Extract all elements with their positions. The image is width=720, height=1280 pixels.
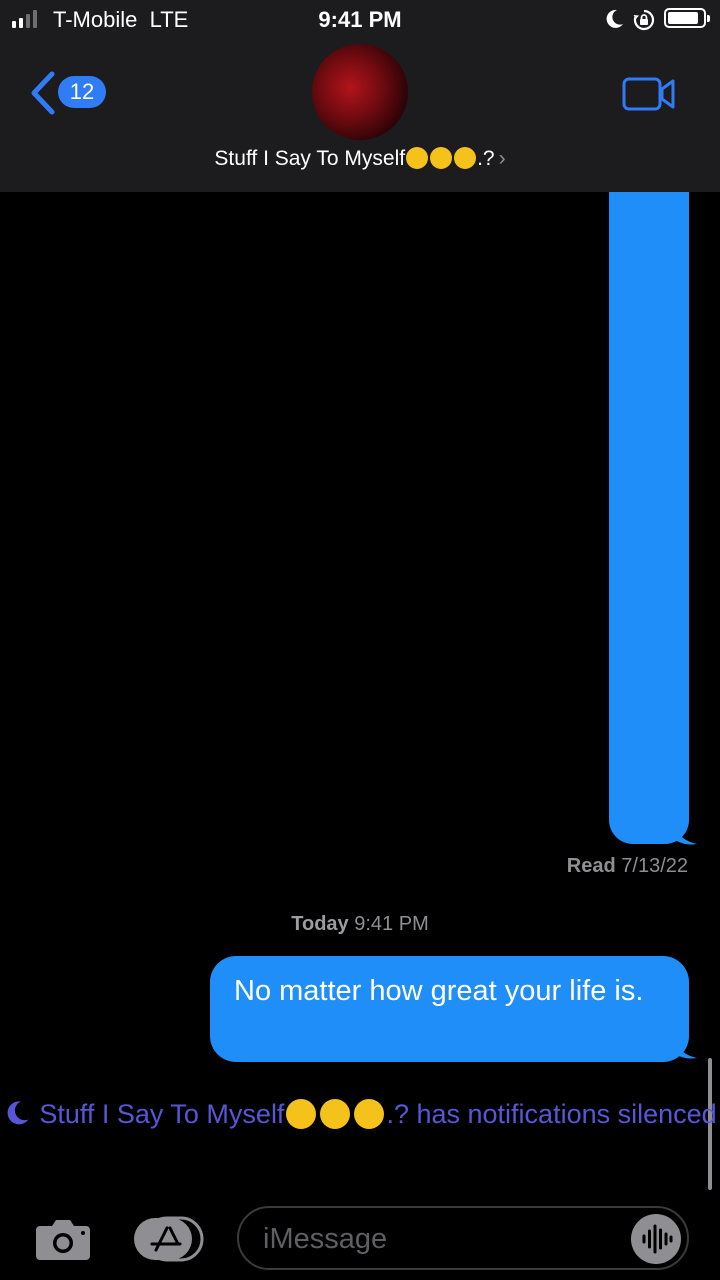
message-input-placeholder: iMessage xyxy=(263,1223,388,1255)
status-bar: T-Mobile LTE 9:41 PM xyxy=(0,0,720,40)
monocle-face-emoji xyxy=(430,147,453,169)
battery-icon xyxy=(664,8,710,28)
camera-icon[interactable] xyxy=(34,1216,92,1262)
navigation-header: T-Mobile LTE 9:41 PM 12 Stuff I Say To M… xyxy=(0,0,720,192)
do-not-disturb-icon xyxy=(606,9,623,28)
read-date: 7/13/22 xyxy=(621,855,688,877)
timestamp-day: Today xyxy=(291,913,349,935)
video-camera-icon[interactable] xyxy=(622,76,676,112)
bubble-tail xyxy=(675,1040,697,1059)
back-chevron-icon xyxy=(31,71,55,115)
melting-face-emoji xyxy=(406,147,429,169)
silenced-name: Stuff I Say To Myself xyxy=(39,1099,285,1129)
conversation-name: Stuff I Say To Myself xyxy=(214,147,406,170)
audio-waveform-icon xyxy=(642,1224,673,1254)
message-input[interactable]: iMessage xyxy=(237,1206,689,1270)
bubble-tail xyxy=(675,826,697,845)
message-bubble-sent[interactable] xyxy=(609,192,689,844)
timestamp-time: 9:41 PM xyxy=(354,913,429,935)
conversation-suffix: .? xyxy=(477,147,495,170)
message-text: No matter how great your life is. xyxy=(234,975,644,1007)
confounded-face-emoji xyxy=(454,147,477,169)
melting-face-emoji xyxy=(286,1099,317,1129)
unread-count-badge[interactable]: 12 xyxy=(58,76,106,108)
audio-message-button[interactable] xyxy=(631,1214,681,1264)
chevron-right-icon: › xyxy=(498,147,506,170)
message-timestamp: Today 9:41 PM xyxy=(0,913,720,936)
contact-avatar[interactable] xyxy=(312,44,408,140)
orientation-lock-icon xyxy=(633,9,655,31)
monocle-face-emoji xyxy=(320,1099,351,1129)
moon-icon xyxy=(7,1101,29,1125)
read-label: Read xyxy=(566,855,616,877)
silenced-suffix: .? xyxy=(386,1099,409,1129)
app-store-icon[interactable] xyxy=(134,1216,204,1262)
conversation-title[interactable]: Stuff I Say To Myself.? › xyxy=(0,147,720,171)
silenced-text: has notifications silenced xyxy=(416,1099,717,1129)
notifications-silenced-notice: Stuff I Say To Myself.? has notification… xyxy=(0,1097,720,1131)
message-bubble-sent[interactable]: No matter how great your life is. xyxy=(210,956,689,1062)
read-receipt: Read 7/13/22 xyxy=(567,855,688,878)
confounded-face-emoji xyxy=(354,1099,385,1129)
